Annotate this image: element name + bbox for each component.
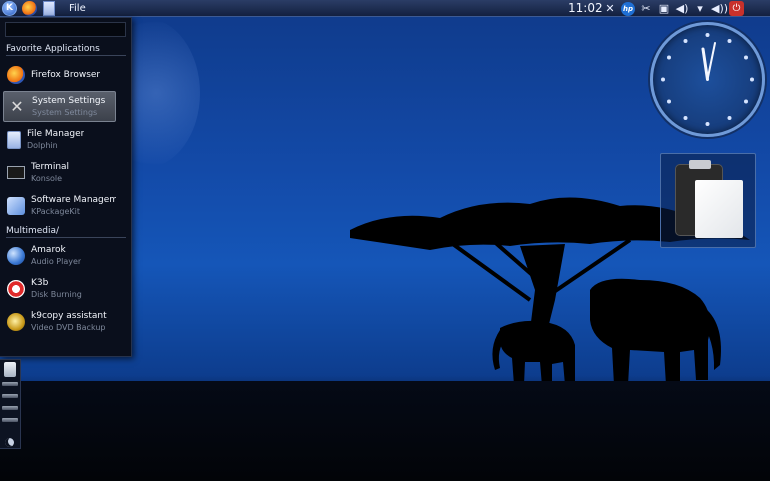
dock-task-bar[interactable] [2,382,18,386]
dock-task-bar[interactable] [2,406,18,410]
menu-item-sub: System Settings [32,108,98,117]
menu-item-sub: Audio Player [31,257,82,266]
dropdown-icon[interactable]: ▾ [693,1,707,16]
menu-item-amarok[interactable]: Amarok Audio Player [3,240,116,271]
speaker-icon[interactable]: ◀)) [711,1,728,16]
clock-face [661,33,754,126]
menu-item-name: Amarok [31,245,66,255]
menu-item-system-settings[interactable]: ✕ System Settings System Settings [3,91,116,122]
file-menu[interactable]: File [69,3,86,14]
terminal-icon [7,166,25,179]
menu-item-name: File Manager [27,129,85,139]
power-icon[interactable]: ⏻ [729,1,744,16]
panel-clock[interactable]: 11:02 [568,1,603,15]
favorites-title: Favorite Applications [6,44,126,56]
multimedia-title: Multimedia/ [6,226,126,238]
analog-clock-widget[interactable] [650,22,765,137]
amarok-icon [7,246,25,265]
package-icon [7,196,25,215]
menu-item-name: k9copy assistant [31,311,107,321]
dock-task-bar[interactable] [2,394,18,398]
paper-icon [695,180,743,238]
menu-item-k3b[interactable]: K3b Disk Burning [3,273,116,304]
hp-icon[interactable]: hp [621,1,635,16]
firefox-icon[interactable] [22,0,37,16]
scissors-icon[interactable]: ✂ [639,1,653,16]
menu-item-software-management[interactable]: Software Management KPackageKit [3,190,116,221]
menu-item-name: Terminal [31,162,70,172]
dashboard-icon[interactable] [5,438,14,447]
clipboard-clip [689,160,711,169]
menu-item-k9copy[interactable]: k9copy assistant Video DVD Backup [3,306,116,337]
system-tray: ✕ hp ✂ ▣ ◀) ▾ ◀)) ⏻ [603,0,744,17]
k3b-icon [7,279,25,298]
document-icon[interactable] [43,0,55,16]
menu-item-terminal[interactable]: Terminal Konsole [3,157,116,188]
trash-icon[interactable] [4,362,16,377]
menu-item-sub: KPackageKit [31,207,81,216]
volume-icon[interactable]: ◀) [675,1,689,16]
menu-item-file-manager[interactable]: File Manager Dolphin [3,124,116,155]
file-manager-icon [7,130,21,149]
network-tools-icon[interactable]: ✕ [603,1,617,16]
menu-item-name: Software Management [31,195,116,205]
menu-item-firefox[interactable]: Firefox Browser [3,59,116,90]
clipboard-icon[interactable]: ▣ [657,1,671,16]
top-panel: K File 11:02 ✕ hp ✂ ▣ ◀) ▾ ◀)) ⏻ [0,0,770,17]
clipboard-widget[interactable] [660,153,756,248]
firefox-icon [7,65,25,84]
kde-launcher-icon[interactable]: K [2,0,17,16]
k9copy-icon [7,312,25,331]
menu-item-sub: Konsole [31,174,63,183]
menu-item-sub: Video DVD Backup [31,323,106,332]
menu-item-name: System Settings [32,96,106,106]
menu-item-sub: Disk Burning [31,290,82,299]
application-menu: Favorite Applications Firefox Browser ✕ … [0,17,132,357]
dock-task-bar[interactable] [2,418,18,422]
menu-item-name: K3b [31,278,49,288]
left-dock [0,359,21,449]
menu-item-sub: Dolphin [27,141,58,150]
menu-search-input[interactable] [5,22,126,37]
wrench-screwdriver-icon: ✕ [10,96,24,116]
menu-item-name: Firefox Browser [31,69,101,80]
grass-ground [0,381,770,481]
